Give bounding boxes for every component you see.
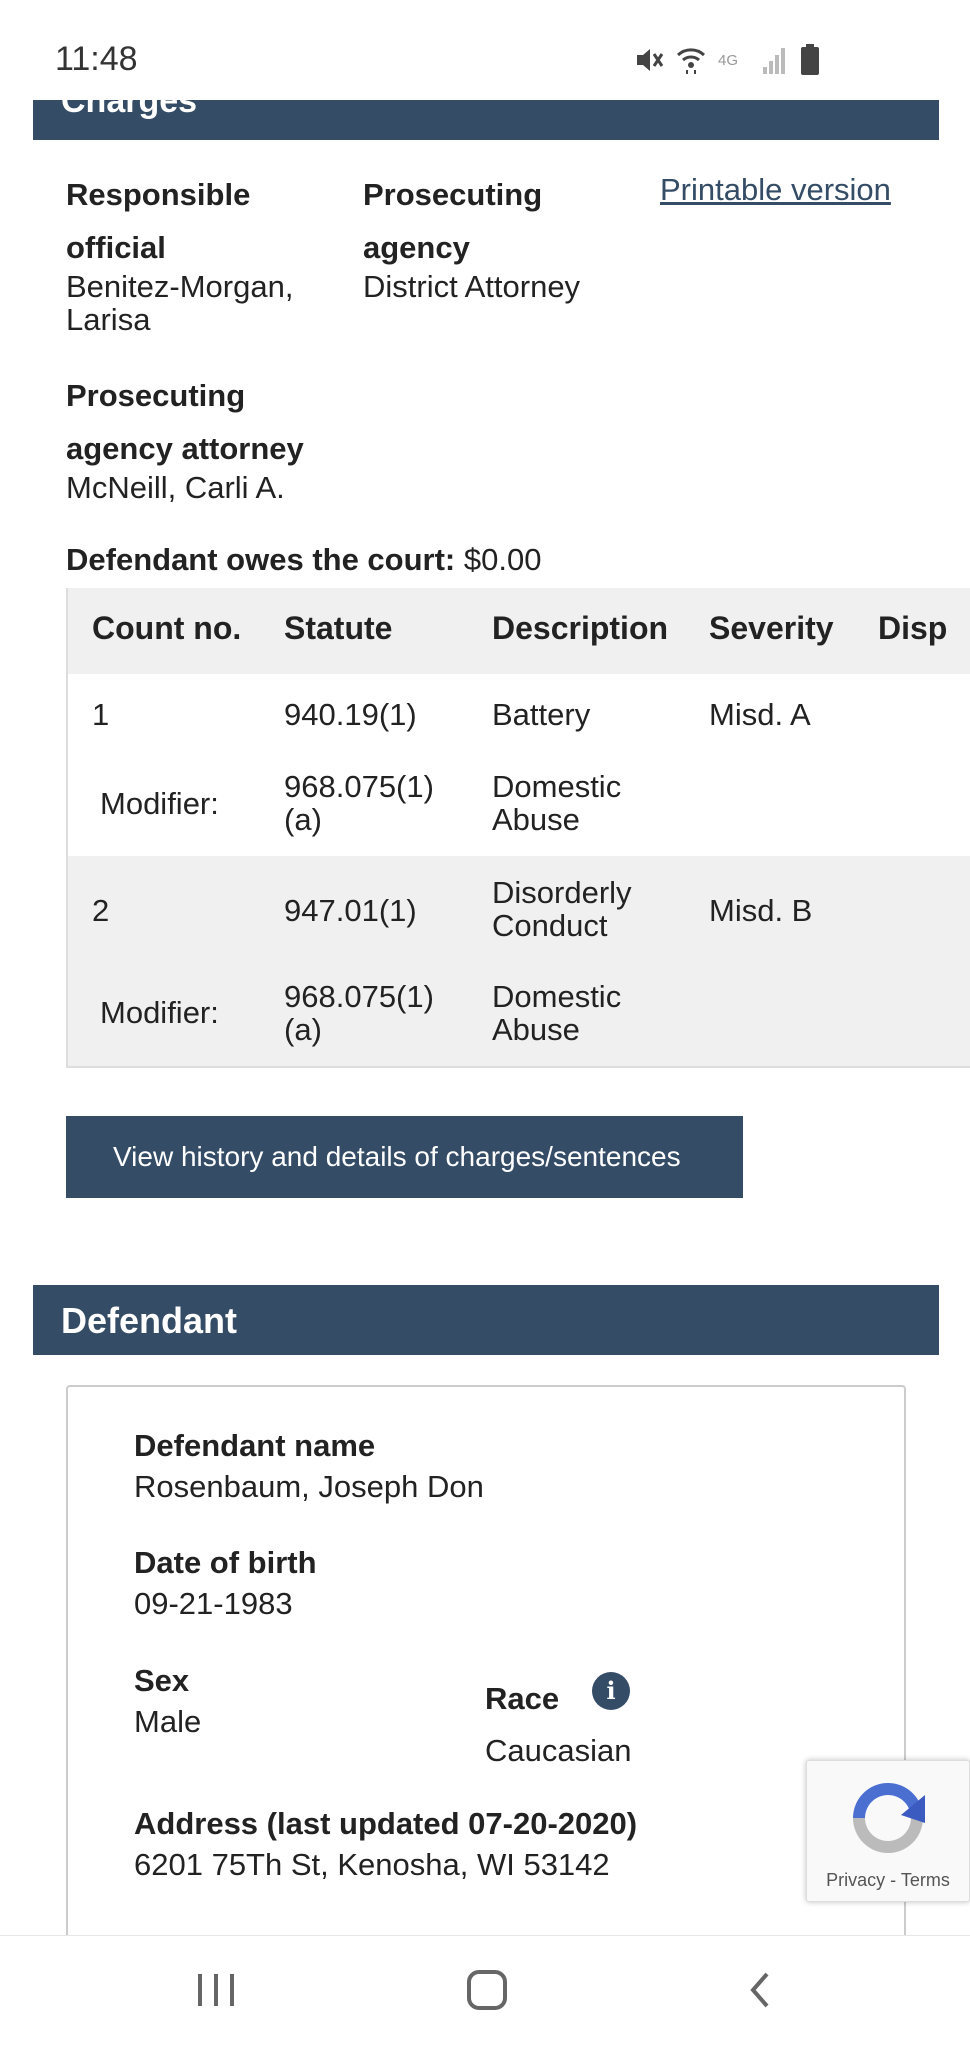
recent-apps-button[interactable] xyxy=(156,1936,276,2048)
prosecuting-agency-label: Prosecuting agency xyxy=(363,177,543,265)
terms-link[interactable]: Terms xyxy=(901,1870,950,1890)
table-row: 1 940.19(1) Battery Misd. A Modifier: 96… xyxy=(68,674,970,856)
prosecuting-agency-value: District Attorney xyxy=(363,269,581,304)
charges-header: Charges xyxy=(33,100,939,140)
table-body: 1 940.19(1) Battery Misd. A Modifier: 96… xyxy=(68,674,970,1066)
column-header-count: Count no. xyxy=(92,610,242,646)
mute-icon xyxy=(634,46,664,74)
address-value: 6201 75Th St, Kenosha, WI 53142 xyxy=(134,1847,610,1882)
modifier-label: Modifier: xyxy=(100,995,219,1030)
prosecuting-attorney-label: Prosecuting agency attorney xyxy=(66,378,304,466)
address-label: Address (last updated 07-20-2020) xyxy=(134,1806,638,1841)
navigation-bar xyxy=(0,1935,970,2048)
signal-icon xyxy=(762,45,788,75)
dob-label: Date of birth xyxy=(134,1545,317,1580)
back-button[interactable] xyxy=(700,1936,820,2048)
modifier-description: Domestic Abuse xyxy=(492,979,622,1047)
svg-text:4G: 4G xyxy=(718,52,738,69)
defendant-name-value: Rosenbaum, Joseph Don xyxy=(134,1469,484,1504)
recaptcha-links: Privacy - Terms xyxy=(807,1870,969,1891)
sex-value: Male xyxy=(134,1704,202,1739)
separator: - xyxy=(890,1870,897,1890)
defendant-name-label: Defendant name xyxy=(134,1428,376,1463)
race-value: Caucasian xyxy=(485,1733,632,1768)
recent-apps-icon xyxy=(196,1972,236,2013)
row-statute: 940.19(1) xyxy=(284,697,417,732)
wifi-icon xyxy=(676,45,706,75)
status-time: 11:48 xyxy=(55,40,138,78)
charges-title: Charges xyxy=(61,100,198,120)
recaptcha-icon xyxy=(843,1775,933,1866)
modifier-label: Modifier: xyxy=(100,786,219,821)
row-severity: Misd. A xyxy=(709,697,811,732)
table-header: Count no. Statute Description Severity D… xyxy=(68,588,970,674)
responsible-official-value: Benitez-Morgan, Larisa xyxy=(66,269,294,337)
race-label: Race xyxy=(485,1681,560,1716)
info-icon[interactable]: i xyxy=(592,1672,630,1710)
column-header-statute: Statute xyxy=(284,610,393,646)
privacy-link[interactable]: Privacy xyxy=(826,1870,885,1890)
view-history-label: View history and details of charges/sent… xyxy=(113,1141,681,1172)
sex-label: Sex xyxy=(134,1663,190,1698)
prosecuting-attorney-value: McNeill, Carli A. xyxy=(66,470,285,505)
row-severity: Misd. B xyxy=(709,893,813,928)
charges-table: Count no. Statute Description Severity D… xyxy=(66,588,970,1068)
owes-label: Defendant owes the court: xyxy=(66,542,456,577)
back-icon xyxy=(745,1970,775,2015)
table-row: 2 947.01(1) Disorderly Conduct Misd. B M… xyxy=(68,856,970,1066)
responsible-official-label: Responsible official xyxy=(66,177,251,265)
owes-value: $0.00 xyxy=(463,542,542,577)
modifier-statute: 968.075(1)(a) xyxy=(284,769,434,837)
dob-value: 09-21-1983 xyxy=(134,1586,293,1621)
printable-version-link[interactable]: Printable version xyxy=(660,172,891,208)
battery-icon xyxy=(800,44,820,76)
status-bar: 11:48 4G xyxy=(0,0,970,100)
defendant-header: Defendant xyxy=(33,1285,939,1355)
amount-owed: Defendant owes the court: $0.00 xyxy=(66,542,541,578)
row-count: 2 xyxy=(92,893,110,928)
row-statute: 947.01(1) xyxy=(284,893,417,928)
column-header-severity: Severity xyxy=(709,610,834,646)
home-icon xyxy=(466,1969,508,2016)
row-description: Disorderly Conduct xyxy=(492,875,632,943)
modifier-description: Domestic Abuse xyxy=(492,769,622,837)
view-history-button[interactable]: View history and details of charges/sent… xyxy=(66,1116,743,1198)
page-content[interactable]: Charges Responsible official Benitez-Mor… xyxy=(0,100,970,1936)
4g-icon: 4G xyxy=(718,50,750,70)
recaptcha-badge[interactable]: Privacy - Terms xyxy=(806,1760,970,1902)
column-header-description: Description xyxy=(492,610,669,646)
home-button[interactable] xyxy=(427,1936,547,2048)
modifier-statute: 968.075(1)(a) xyxy=(284,979,434,1047)
defendant-title: Defendant xyxy=(61,1300,238,1341)
status-icons: 4G xyxy=(634,44,820,76)
column-header-disposition: Disp xyxy=(878,610,948,646)
row-description: Battery xyxy=(492,697,591,732)
row-count: 1 xyxy=(92,697,110,732)
